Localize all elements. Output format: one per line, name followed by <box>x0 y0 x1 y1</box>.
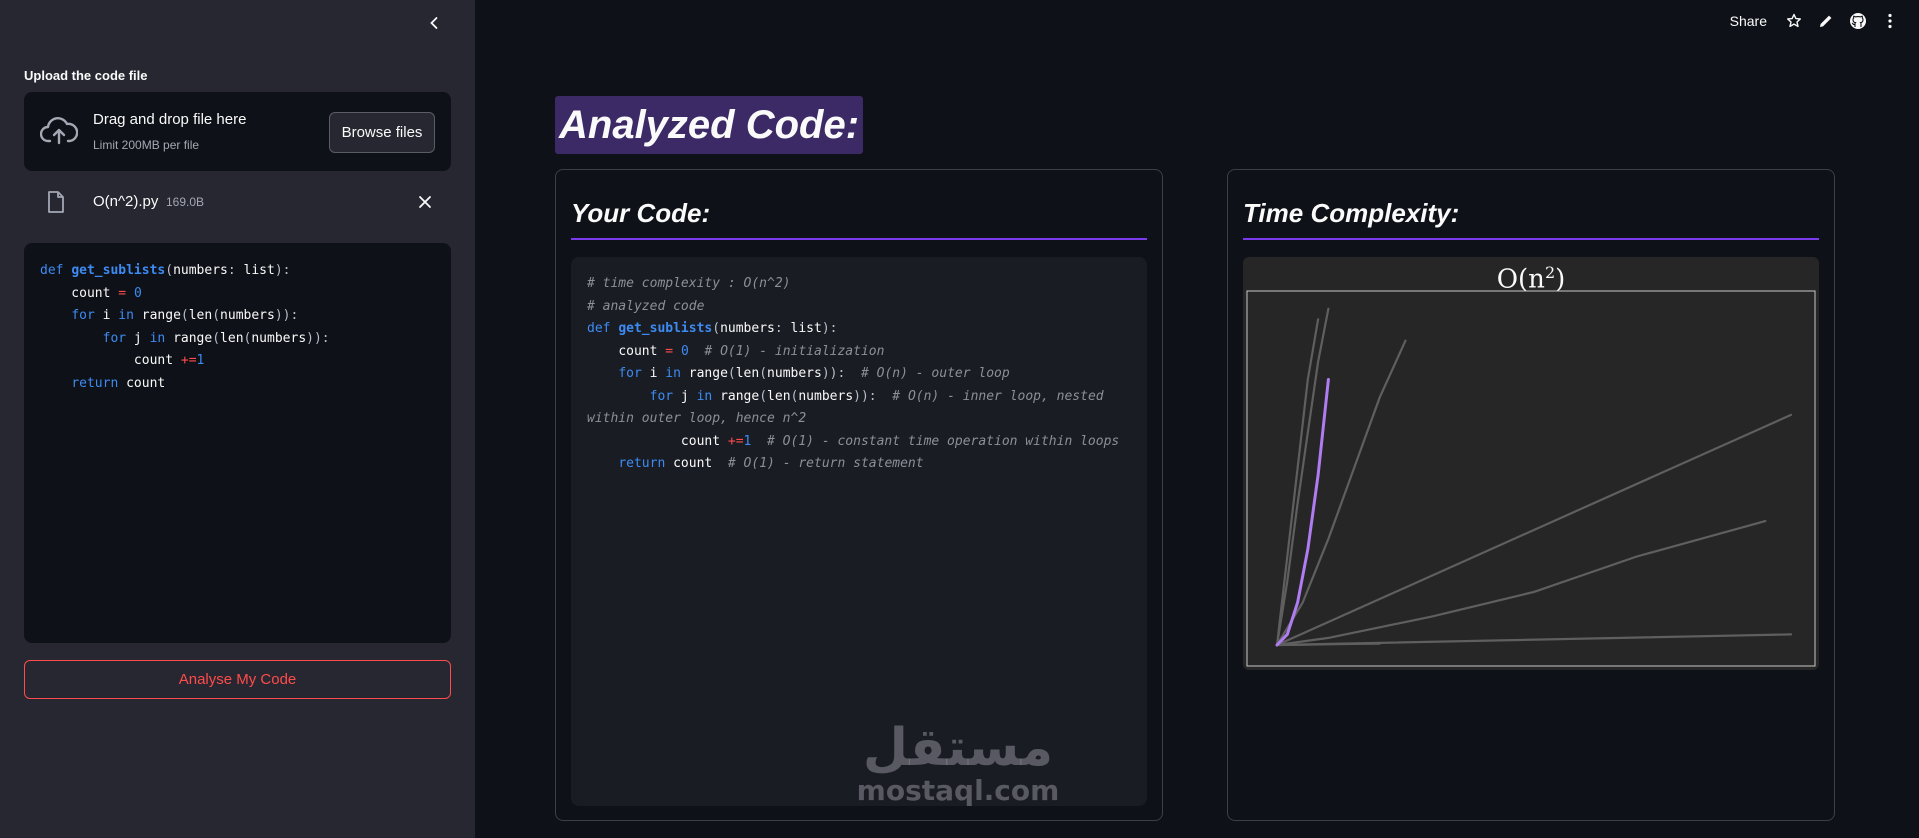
star-button[interactable] <box>1785 12 1803 30</box>
dropzone-title: Drag and drop file here <box>93 111 247 128</box>
star-icon <box>1787 13 1801 28</box>
series-line-4 <box>1275 339 1407 647</box>
cloud-upload-icon <box>40 117 78 145</box>
remove-file-button[interactable] <box>416 193 434 211</box>
time-complexity-heading: Time Complexity: <box>1243 198 1460 228</box>
upload-label: Upload the code file <box>24 68 148 83</box>
github-icon <box>1850 13 1866 29</box>
heading-divider <box>571 238 1147 240</box>
page-title: Analyzed Code: <box>555 96 864 154</box>
complexity-chart: O(n2) <box>1243 257 1819 670</box>
analyse-code-button[interactable]: Analyse My Code <box>24 660 451 699</box>
browse-files-button[interactable]: Browse files <box>329 112 435 153</box>
share-button[interactable]: Share <box>1730 13 1767 29</box>
edit-button[interactable] <box>1817 12 1835 30</box>
uploaded-file-row: O(n^2).py 169.0B <box>24 185 451 221</box>
series-line-1 <box>1275 520 1767 647</box>
file-name: O(n^2).py <box>93 193 159 210</box>
close-icon <box>419 196 431 208</box>
pencil-icon <box>1820 15 1832 27</box>
series-line-5 <box>1275 307 1330 647</box>
collapse-sidebar-button[interactable] <box>423 12 445 34</box>
chart-frame <box>1246 290 1816 667</box>
chevron-left-icon <box>430 17 438 29</box>
kebab-menu-icon <box>1888 13 1892 29</box>
dropzone-limit: Limit 200MB per file <box>93 138 200 152</box>
code-input-editor[interactable]: def get_sublists(numbers: list): count =… <box>24 243 451 643</box>
series-line-2 <box>1275 633 1793 647</box>
file-icon <box>48 191 64 213</box>
watermark-logo: مستقل mostaql.com <box>848 720 1068 806</box>
watermark-latin: mostaql.com <box>856 774 1060 807</box>
github-button[interactable] <box>1849 12 1867 30</box>
time-complexity-panel: Time Complexity: O(n2) <box>1227 169 1835 821</box>
series-line-3 <box>1275 413 1793 647</box>
file-size: 169.0B <box>166 195 205 209</box>
header-actions: Share <box>1730 10 1899 32</box>
heading-divider <box>1243 238 1819 240</box>
your-code-heading: Your Code: <box>571 198 711 228</box>
sidebar: Upload the code file Drag and drop file … <box>0 0 475 838</box>
main-menu-button[interactable] <box>1881 12 1899 30</box>
chart-canvas <box>1246 290 1816 667</box>
file-dropzone[interactable]: Drag and drop file here Limit 200MB per … <box>24 92 451 171</box>
watermark-arabic: مستقل <box>862 718 1054 778</box>
